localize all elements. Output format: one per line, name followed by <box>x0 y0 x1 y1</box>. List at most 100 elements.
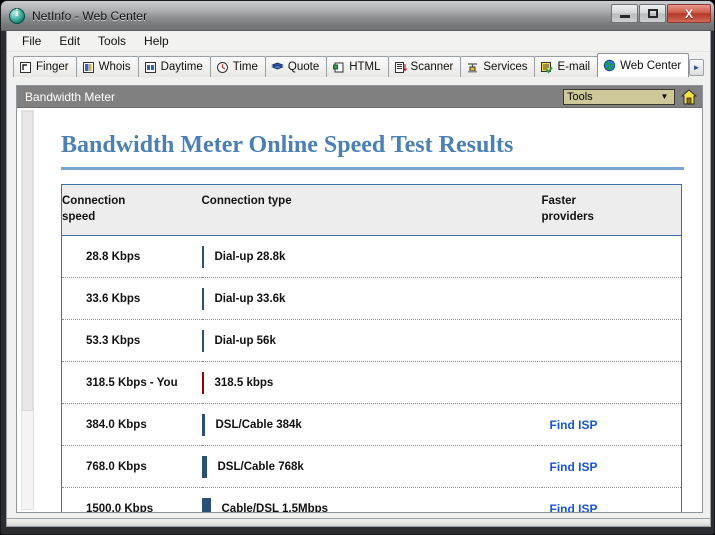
services-icon <box>466 61 479 74</box>
maximize-icon <box>647 9 658 18</box>
column-header-speed-line2: speed <box>62 210 96 223</box>
tab-quote[interactable]: Quote <box>264 56 328 77</box>
minimize-icon <box>619 15 630 18</box>
tab-scroll-right-button[interactable]: ► <box>689 59 704 76</box>
window-controls: X <box>611 4 711 23</box>
window-bottom-edge <box>6 519 711 527</box>
home-icon <box>681 88 697 104</box>
find-isp-link[interactable]: Find ISP <box>550 460 598 474</box>
cell-connection-type: Dial-up 33.6k <box>201 277 542 321</box>
tab-label: E-mail <box>557 61 591 73</box>
table-row: 318.5 Kbps - You 318.5 kbps <box>61 361 682 405</box>
tab-services[interactable]: Services <box>460 56 536 77</box>
page-scrollbar-thumb[interactable] <box>22 111 33 411</box>
column-header-faster-providers: Faster providers <box>541 184 682 237</box>
menu-tools[interactable]: Tools <box>89 32 135 50</box>
globe-icon <box>603 59 616 72</box>
close-button[interactable]: X <box>667 4 711 23</box>
tab-whois[interactable]: Whois <box>75 56 139 77</box>
column-header-providers-line2: providers <box>541 210 594 223</box>
clock-icon <box>216 61 229 74</box>
speed-bar <box>201 413 205 436</box>
cell-faster-providers: Find ISP <box>541 445 682 489</box>
column-header-connection-speed: Connection speed <box>61 184 202 237</box>
tab-label: Whois <box>98 61 131 73</box>
table-row: 28.8 Kbps Dial-up 28.8k <box>61 235 682 279</box>
column-header-connection-type: Connection type <box>201 184 542 237</box>
tab-daytime[interactable]: Daytime <box>137 56 211 77</box>
cell-connection-speed: 318.5 Kbps - You <box>61 361 202 405</box>
tab-label: Scanner <box>410 61 454 73</box>
tools-dropdown[interactable]: Tools ▼ <box>563 88 675 105</box>
page-scrollbar[interactable] <box>21 110 34 510</box>
window-title: NetInfo - Web Center <box>32 9 148 23</box>
app-window: NetInfo - Web Center X File Edit Tools H… <box>0 0 715 535</box>
cell-connection-type: DSL/Cable 768k <box>201 445 542 489</box>
menu-edit[interactable]: Edit <box>50 32 89 50</box>
tab-label: Daytime <box>160 61 203 73</box>
find-isp-link[interactable]: Find ISP <box>550 502 598 512</box>
table-row: 1500.0 Kbps Cable/DSL 1.5Mbps Find ISP <box>61 487 682 512</box>
cell-connection-speed: 384.0 Kbps <box>61 403 202 447</box>
cell-faster-providers: Find ISP <box>541 487 682 512</box>
daytime-icon <box>144 61 157 74</box>
cell-connection-speed: 768.0 Kbps <box>61 445 202 489</box>
cell-faster-providers <box>541 361 682 405</box>
cell-connection-speed: 1500.0 Kbps <box>61 487 202 512</box>
tab-web-center[interactable]: Web Center <box>597 53 690 77</box>
cell-faster-providers <box>541 235 682 279</box>
cell-connection-speed: 53.3 Kbps <box>61 319 202 363</box>
speed-bar <box>201 497 211 512</box>
tab-finger[interactable]: Finger <box>13 56 77 77</box>
cell-faster-providers: Find ISP <box>541 403 682 447</box>
tab-label: Services <box>483 61 528 73</box>
page-title: Bandwidth Meter Online Speed Test Result… <box>61 132 514 158</box>
client-area: File Edit Tools Help Finger Whois Daytime T… <box>6 31 711 519</box>
menu-bar: File Edit Tools Help <box>7 31 710 52</box>
page-content: Bandwidth Meter Online Speed Test Result… <box>39 108 694 512</box>
minimize-button[interactable] <box>611 4 638 23</box>
table-row: 768.0 Kbps DSL/Cable 768k Find ISP <box>61 445 682 489</box>
home-button[interactable] <box>680 88 698 106</box>
speed-bar <box>201 455 207 478</box>
connection-type-label: Dial-up 33.6k <box>214 292 286 305</box>
tab-label: Quote <box>287 61 320 73</box>
speed-bar <box>201 371 204 394</box>
tab-scanner[interactable]: Scanner <box>387 56 462 77</box>
scanner-icon <box>394 61 407 74</box>
tab-e-mail[interactable]: E-mail <box>534 56 599 77</box>
table-row: 384.0 Kbps DSL/Cable 384k Find ISP <box>61 403 682 447</box>
web-center-panel: Bandwidth Meter Tools ▼ Bandwidth Meter … <box>16 85 703 513</box>
tab-label: HTML <box>349 61 381 73</box>
column-header-speed-line1: Connection <box>62 195 126 207</box>
cell-connection-speed: 28.8 Kbps <box>61 235 202 279</box>
titlebar: NetInfo - Web Center X <box>1 1 714 31</box>
book-icon <box>271 61 284 74</box>
speed-bar <box>201 287 204 310</box>
results-table-body: 28.8 Kbps Dial-up 28.8k 33.6 Kbps Dial-up 3… <box>61 235 682 512</box>
connection-type-label: Dial-up 56k <box>214 334 276 347</box>
email-icon <box>540 61 554 74</box>
chevron-down-icon: ▼ <box>660 92 669 101</box>
connection-type-label: 318.5 kbps <box>214 376 274 389</box>
connection-type-label: DSL/Cable 384k <box>215 418 302 431</box>
table-row: 33.6 Kbps Dial-up 33.6k <box>61 277 682 321</box>
tools-dropdown-value: Tools <box>567 90 593 103</box>
connection-type-label: Dial-up 28.8k <box>214 250 286 263</box>
connection-type-label: Cable/DSL 1.5Mbps <box>221 502 329 512</box>
tab-strip: Finger Whois Daytime Time Quote HTML Scanner Se… <box>7 52 710 77</box>
cell-connection-speed: 33.6 Kbps <box>61 277 202 321</box>
cell-connection-type: Dial-up 28.8k <box>201 235 542 279</box>
tab-html[interactable]: HTML <box>326 56 389 77</box>
results-table: Connection speed Connection type Faster … <box>61 184 682 512</box>
cell-connection-type: Dial-up 56k <box>201 319 542 363</box>
maximize-button[interactable] <box>639 4 666 23</box>
page-viewport: Bandwidth Meter Online Speed Test Result… <box>17 108 702 512</box>
menu-file[interactable]: File <box>13 32 50 50</box>
tab-time[interactable]: Time <box>209 56 266 77</box>
find-isp-link[interactable]: Find ISP <box>550 418 598 432</box>
speed-bar <box>201 329 204 352</box>
menu-help[interactable]: Help <box>135 32 178 50</box>
cell-faster-providers <box>541 319 682 363</box>
panel-title: Bandwidth Meter <box>25 89 116 104</box>
